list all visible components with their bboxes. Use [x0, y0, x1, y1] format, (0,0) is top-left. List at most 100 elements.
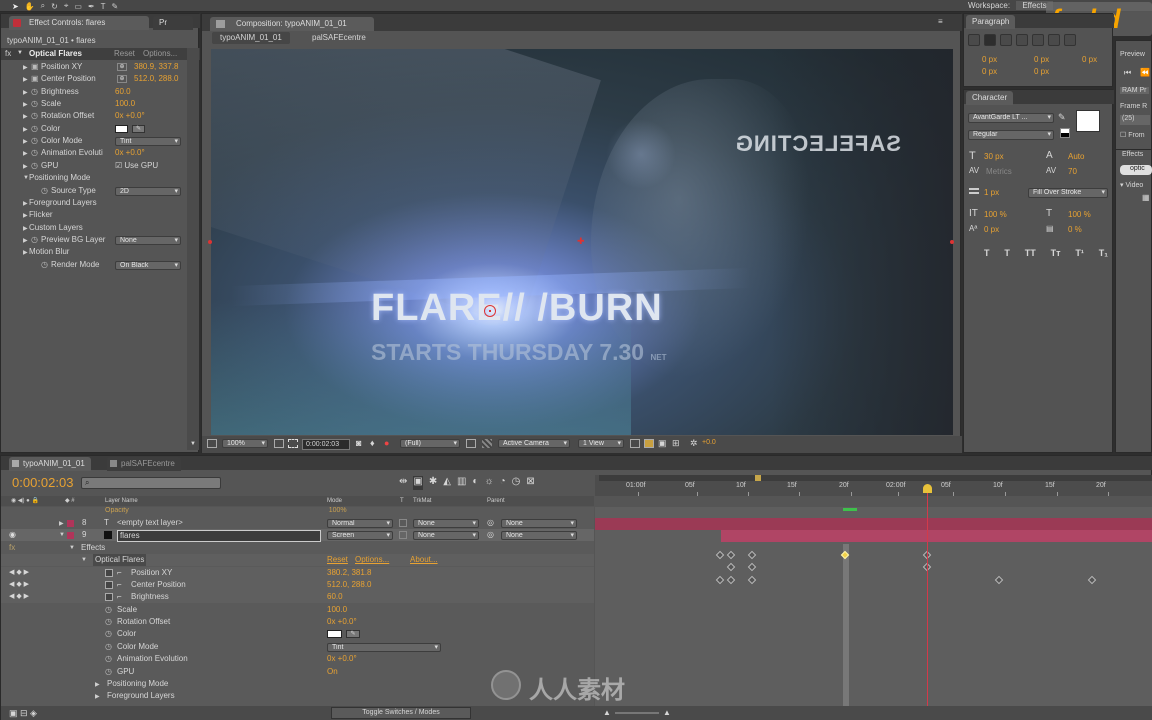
effect-reset-link[interactable]: Reset [327, 554, 348, 566]
effect-property-row[interactable]: ◷ Source Type 2D [1, 185, 187, 197]
pixel-aspect-icon[interactable] [630, 439, 640, 448]
layer-name[interactable]: flares [117, 530, 321, 543]
layer-mode-select[interactable]: Screen [327, 531, 393, 541]
timeline-property-row[interactable]: ◷ Color ✎ [1, 628, 594, 640]
faux-style-button[interactable]: T¹ [1075, 248, 1084, 260]
effect-about-link[interactable]: About... [410, 554, 438, 566]
graph-editor-icon[interactable]: ◔ [500, 476, 506, 490]
space-before-field[interactable]: 0 px [1034, 67, 1049, 76]
tsume-field[interactable]: 0 % [1068, 225, 1082, 234]
stopwatch-active-icon[interactable] [105, 593, 113, 602]
fast-preview-icon[interactable] [644, 439, 654, 448]
keyframe-marker[interactable] [1087, 575, 1097, 585]
effect-property-row[interactable]: ▶ ◷ Animation Evoluti 0x +0.0° [1, 147, 187, 159]
timeline-property-row[interactable]: ◷ Rotation Offset 0x +0.0° [1, 616, 594, 628]
text-tool-icon[interactable]: T [101, 2, 106, 11]
fx-badge[interactable]: fx [5, 48, 11, 60]
effect-property-row[interactable]: ▶ ◷ Brightness 60.0 [1, 86, 187, 98]
effect-property-select[interactable]: On Black [115, 260, 181, 270]
stopwatch-active-icon[interactable] [105, 568, 113, 577]
layer-mode-select[interactable]: Normal [327, 519, 393, 528]
parent-pickwhip-icon[interactable]: ◎ [487, 530, 494, 539]
effect-property-select[interactable]: Tint [115, 137, 181, 147]
effect-property-row[interactable]: ▶ ◷ Scale 100.0 [1, 98, 187, 110]
workspace-switcher[interactable]: Workspace: Effects [968, 0, 1053, 12]
exposure-icon[interactable]: ✲ [690, 438, 698, 449]
prev-frame-icon[interactable]: ⏪ [1140, 68, 1150, 77]
twirl-icon[interactable]: ▼ [81, 557, 87, 563]
twirl-icon[interactable]: ▶ [95, 693, 100, 700]
current-time-field[interactable]: 0:00:02:03 [302, 439, 350, 450]
brush-tool-icon[interactable]: ✎ [112, 2, 119, 11]
keyframe-nav-icon[interactable]: ◀ ◆ ▶ [9, 591, 29, 603]
effect-property-value[interactable]: 100.0 [115, 98, 135, 110]
zoom-tool-icon[interactable]: ⌕ [41, 1, 45, 11]
layer-switches-icon[interactable]: ▣ ⊟ ◈ [9, 708, 37, 719]
draft-3d-icon[interactable]: ✱ [429, 476, 437, 490]
effect-options-link[interactable]: Options... [355, 554, 389, 566]
faux-style-button[interactable]: TT [1025, 248, 1036, 260]
live-update-icon[interactable]: ▣ [413, 476, 423, 490]
effect-property-row[interactable]: ▶ Flicker [1, 209, 187, 221]
font-style-select[interactable]: Regular [968, 130, 1054, 140]
keyframe-marker[interactable] [747, 550, 757, 560]
fx-icon[interactable]: fx [9, 542, 15, 554]
timeline-property-row[interactable]: ◷ Color Mode Tint [1, 641, 594, 653]
effect-property-row[interactable]: ▶ ▣ Position XY ⊕ 380.9, 337.8 [1, 61, 187, 73]
horizontal-scale-field[interactable]: 100 % [1068, 210, 1091, 219]
stopwatch-icon[interactable]: ◷ [31, 98, 38, 110]
twirl-right-icon[interactable]: ▶ [23, 76, 28, 83]
stroke-width-field[interactable]: 1 px [984, 188, 999, 197]
tab-composition[interactable]: Composition: typoANIM_01_01 [210, 17, 374, 31]
stopwatch-icon[interactable]: ◷ [41, 185, 48, 197]
fill-color-swatch[interactable] [1076, 110, 1100, 132]
timeline-property-value[interactable]: 60.0 [327, 591, 343, 603]
timeline-property-row[interactable]: ▼ Optical Flares Reset Options... About... [1, 554, 594, 567]
keyframe-marker[interactable] [715, 575, 725, 585]
baseline-shift-field[interactable]: 0 px [984, 225, 999, 234]
timeline-property-row[interactable]: ◀ ◆ ▶ ⌐ Position XY 380.2, 381.8 [1, 566, 594, 579]
tracking-field[interactable]: 70 [1068, 167, 1077, 176]
effect-property-row[interactable]: ▶ Foreground Layers [1, 197, 187, 209]
work-area-bar[interactable] [595, 496, 1152, 507]
stopwatch-icon[interactable]: ◷ [105, 653, 112, 665]
indent-first-field[interactable]: 0 px [982, 67, 997, 76]
effect-property-row[interactable]: ▶ ◷ Preview BG Layer None [1, 234, 187, 246]
from-current-checkbox[interactable]: ☐ From [1120, 131, 1145, 139]
safe-zones-icon[interactable] [274, 439, 284, 448]
keyframe-marker[interactable] [747, 575, 757, 585]
layer-row[interactable]: ◉ ▼ 9 flares Screen None ◎ None [1, 529, 594, 543]
visibility-icon[interactable]: ◉ [9, 530, 16, 539]
keyframe-marker[interactable] [726, 575, 736, 585]
parent-pickwhip-icon[interactable]: ◎ [487, 518, 494, 527]
space-after-field[interactable]: 0 px [1082, 55, 1097, 64]
color-mode-select[interactable]: Tint [327, 642, 441, 652]
toggle-switches-modes-button[interactable]: Toggle Switches / Modes [331, 707, 471, 719]
parent-select[interactable]: None [501, 531, 577, 541]
twirl-right-icon[interactable]: ▶ [23, 113, 28, 120]
opacity-value[interactable]: 100% [329, 507, 347, 514]
faux-style-button[interactable]: T [1004, 248, 1010, 260]
always-preview-icon[interactable] [207, 439, 217, 448]
stopwatch-icon[interactable]: ◷ [31, 86, 38, 98]
timeline-property-row[interactable]: ◷ Animation Evolution 0x +0.0° [1, 653, 594, 665]
keyframe-nav-icon[interactable]: ◀ ◆ ▶ [9, 567, 29, 579]
layer-name[interactable]: <empty text layer> [117, 517, 183, 529]
faux-style-button[interactable]: Tт [1051, 248, 1061, 260]
time-ruler[interactable]: 01:00f 05f 10f 15f 20f 02:00f 05f 10f 15f 20f [595, 475, 1152, 507]
kerning-field[interactable]: Metrics [986, 167, 1012, 176]
effect-property-row[interactable]: ▶ ◷ Color ✎ [1, 123, 187, 135]
twirl-right-icon[interactable]: ▶ [23, 249, 28, 256]
graph-icon[interactable]: ⊠ [526, 476, 534, 490]
view-layout-select[interactable]: 1 View [578, 439, 624, 448]
effect-property-row[interactable]: ◷ Render Mode On Black [1, 259, 187, 271]
effect-options-link[interactable]: Options... [143, 48, 177, 60]
eyedropper-icon[interactable]: ✎ [346, 630, 360, 639]
gpu-checkbox[interactable]: ☑ Use GPU [115, 160, 158, 172]
motion-blur-icon[interactable]: ◐ [472, 476, 478, 490]
stopwatch-icon[interactable]: ◷ [105, 628, 112, 640]
timeline-property-row[interactable]: ◀ ◆ ▶ ⌐ Brightness 60.0 [1, 591, 594, 604]
preserve-transparency-box[interactable] [399, 519, 407, 527]
panel-menu-icon[interactable]: ≡ [938, 17, 943, 26]
effect-property-value[interactable]: 60.0 [115, 86, 131, 98]
